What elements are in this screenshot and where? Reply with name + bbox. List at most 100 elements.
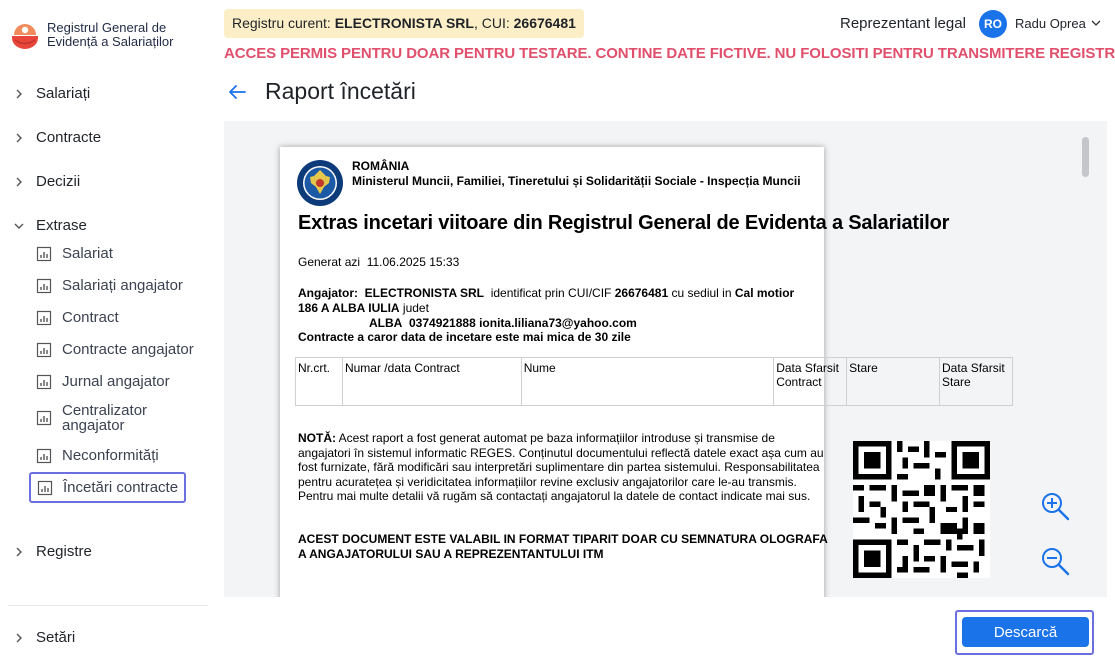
table-header-cell: Nume [520, 357, 775, 406]
table-header-cell: Data Sfarsit Contract [773, 357, 848, 406]
doc-country: ROMÂNIA [352, 159, 410, 173]
doc-note: NOTĂ: Acest raport a fost generat automa… [298, 431, 828, 504]
ministry-seal-icon [297, 160, 343, 206]
role-label: Reprezentant legal [840, 15, 966, 32]
registry-cui-prefix: , CUI: [473, 15, 514, 31]
chevron-right-icon [16, 133, 22, 142]
table-header-cell: Data Sfarsit Stare [939, 357, 1013, 406]
logo-text: Registrul General de Evidență a Salariaț… [47, 21, 187, 49]
doc-contracts-heading: Contracte a caror data de incetare este … [298, 330, 631, 344]
doc-employer-name: ELECTRONISTA SRL [364, 286, 485, 300]
doc-employer-phone: 0374921888 [409, 316, 476, 330]
sidebar-item-jurnal-angajator[interactable]: Jurnal angajator [36, 373, 170, 390]
nav-group-label: Contracte [36, 129, 102, 146]
nav-group-registre[interactable]: Registre [12, 543, 92, 560]
viewer-scrollbar[interactable] [1082, 137, 1089, 177]
sidebar-item-label: Salariat [62, 245, 113, 262]
sidebar-item-label: Jurnal angajator [62, 373, 170, 390]
doc-employer-id-text: identificat prin CUI/CIF [490, 286, 612, 300]
report-icon [36, 278, 52, 293]
doc-note-text: Acest raport a fost generat automat pe b… [298, 431, 824, 503]
document-page: ROMÂNIA Ministerul Muncii, Familiei, Tin… [280, 147, 1013, 597]
nav-group-label: Setări [36, 629, 76, 646]
nav-group-label: Salariați [36, 85, 91, 102]
doc-employer-seat-text: cu sediul in [671, 286, 732, 300]
nav-group-label: Registre [36, 543, 92, 560]
doc-generated: Generat azi 11.06.2025 15:33 [298, 255, 459, 269]
zoom-out-icon[interactable] [1039, 545, 1071, 577]
sidebar-item-salariat[interactable]: Salariat [36, 245, 113, 262]
page-title: Raport încetări [265, 78, 416, 104]
doc-employer-county-label: judet [402, 301, 429, 315]
logo-line-2: Evidență a Salariaților [47, 34, 174, 49]
current-registry-chip: Registru curent: ELECTRONISTA SRL, CUI: … [224, 9, 584, 38]
doc-ministry: Ministerul Muncii, Familiei, Tineretului… [352, 174, 801, 188]
nav-group-decizii[interactable]: Decizii [12, 173, 80, 190]
report-icon [36, 246, 52, 261]
sidebar-item-label: Încetări contracte [63, 479, 179, 496]
sidebar-item-incetari-contracte[interactable]: Încetări contracte [29, 472, 187, 503]
table-header-cell: Numar /data Contract [341, 357, 522, 406]
doc-employer-county: ALBA [369, 316, 403, 330]
nav-group-extrase[interactable]: Extrase [12, 217, 87, 234]
sidebar-item-label: Contract [62, 309, 119, 326]
sidebar-item-label: Neconformități [62, 447, 159, 464]
nav-group-label: Decizii [36, 173, 81, 190]
app-root: Registrul General de Evidență a Salariaț… [0, 0, 1115, 666]
sidebar-item-contracte-angajator[interactable]: Contracte angajator [36, 341, 194, 358]
sidebar-divider [8, 605, 208, 606]
qr-code-icon [853, 441, 990, 578]
sidebar-item-label: Contracte angajator [62, 341, 194, 358]
report-icon [36, 374, 52, 389]
doc-validity-text: ACEST DOCUMENT ESTE VALABIL IN FORMAT TI… [298, 532, 828, 561]
doc-note-label: NOTĂ: [298, 431, 336, 445]
nav-group-setari[interactable]: Setări [12, 629, 75, 646]
registry-prefix: Registru curent: [232, 15, 335, 31]
chevron-right-icon [16, 177, 22, 186]
nav-group-salariati[interactable]: Salariați [12, 85, 90, 102]
registry-cui: 26676481 [513, 15, 576, 31]
test-warning-banner: ACCES PERMIS PENTRU DOAR PENTRU TESTARE.… [224, 45, 1115, 62]
table-header-row: Nr.crt. Numar /data Contract Nume Data S… [295, 357, 1013, 406]
doc-employer-email: ionita.liliana73@yahoo.com [479, 316, 637, 330]
chevron-down-icon[interactable] [1090, 17, 1102, 29]
report-icon [36, 410, 52, 426]
doc-generated-value: 11.06.2025 15:33 [366, 255, 460, 269]
arrow-left-icon[interactable] [226, 81, 248, 103]
registry-name: ELECTRONISTA SRL [334, 15, 474, 31]
app-logo[interactable]: Registrul General de Evidență a Salariaț… [11, 21, 187, 49]
logo-icon [12, 24, 38, 49]
sidebar-item-centralizator-angajator[interactable]: Centralizator angajator [36, 403, 172, 433]
doc-employer: Angajator: ELECTRONISTA SRL identificat … [298, 286, 798, 331]
doc-generated-label: Generat azi [298, 255, 361, 269]
logo-line-1: Registrul General de [47, 20, 167, 35]
table-header-cell: Nr.crt. [295, 357, 343, 406]
doc-employer-label: Angajator: [298, 286, 358, 300]
user-name[interactable]: Radu Oprea [1015, 16, 1086, 31]
document-header: ROMÂNIA Ministerul Muncii, Familiei, Tin… [296, 159, 801, 207]
nav-group-contracte[interactable]: Contracte [12, 129, 101, 146]
nav-group-label: Extrase [36, 217, 87, 234]
table-header-cell: Stare [846, 357, 941, 406]
doc-title: Extras incetari viitoare din Registrul G… [298, 212, 950, 234]
report-icon [36, 342, 52, 357]
sidebar-item-label: Centralizator angajator [62, 402, 148, 434]
sidebar-item-neconformitati[interactable]: Neconformități [36, 447, 159, 464]
avatar[interactable]: RO [979, 10, 1007, 38]
chevron-right-icon [16, 89, 22, 98]
report-icon [37, 480, 53, 495]
download-button[interactable]: Descarcă [962, 617, 1089, 647]
sidebar: Registrul General de Evidență a Salariaț… [0, 0, 224, 666]
chevron-right-icon [16, 547, 22, 556]
report-icon [36, 448, 52, 463]
doc-employer-cui: 26676481 [614, 286, 669, 300]
sidebar-item-label: Salariați angajator [62, 277, 183, 294]
zoom-in-icon[interactable] [1039, 490, 1071, 522]
contracts-table: Nr.crt. Numar /data Contract Nume Data S… [295, 357, 1013, 406]
report-icon [36, 310, 52, 325]
sidebar-item-salariati-angajator[interactable]: Salariați angajator [36, 277, 183, 294]
chevron-right-icon [16, 633, 22, 642]
document-viewer[interactable]: ROMÂNIA Ministerul Muncii, Familiei, Tin… [224, 121, 1107, 597]
chevron-down-icon [14, 223, 24, 229]
sidebar-item-contract[interactable]: Contract [36, 309, 119, 326]
